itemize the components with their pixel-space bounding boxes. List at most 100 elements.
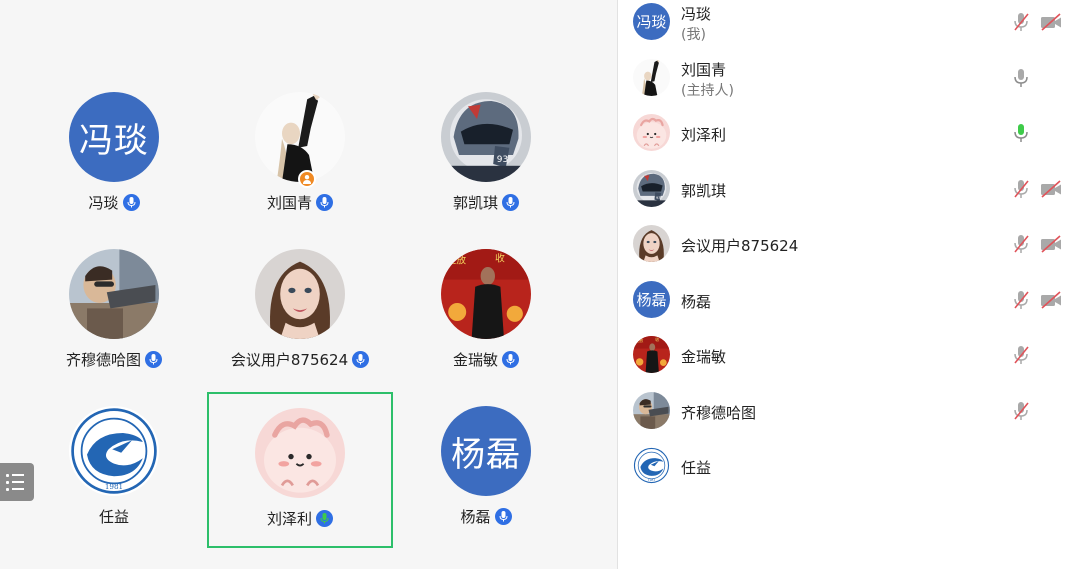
- video-tile[interactable]: 93 郭凯琪: [393, 78, 579, 234]
- participant-name: 任益: [681, 459, 712, 477]
- avatar-image: 93: [633, 169, 670, 207]
- avatar-image: 上放 收: [441, 249, 531, 339]
- participant-avatar: 1981: [633, 447, 670, 484]
- avatar-image: 1981: [69, 406, 159, 496]
- avatar-image: [255, 92, 345, 182]
- avatar-initials: 冯琰: [633, 3, 670, 40]
- mic-muted-icon[interactable]: [1012, 290, 1030, 310]
- participant-role: (主持人): [681, 82, 734, 99]
- participant-row[interactable]: 齐穆德哈图: [618, 389, 1080, 444]
- mic-icon: [122, 193, 140, 211]
- mic-muted-icon[interactable]: [1012, 12, 1030, 32]
- tile-avatar: 上放 收: [441, 249, 531, 339]
- video-tile[interactable]: 冯琰 冯琰: [21, 78, 207, 234]
- mic-icon: [494, 507, 512, 525]
- tile-name: 刘泽利: [266, 509, 312, 528]
- participant-row[interactable]: 会议用户875624: [618, 222, 1080, 277]
- tile-avatar: [255, 408, 345, 498]
- participant-row[interactable]: 刘国青 (主持人): [618, 56, 1080, 111]
- participant-list: 冯琰 冯琰 (我) 刘国青 (主持人) 刘泽利 93 郭凯琪 会议用户87562…: [618, 0, 1080, 569]
- avatar-initials: 杨磊: [441, 406, 531, 496]
- avatar-image: 上放 收: [633, 336, 670, 373]
- tile-avatar: [69, 249, 159, 339]
- camera-off-icon[interactable]: [1040, 290, 1062, 309]
- avatar-image: [633, 58, 670, 96]
- tile-label: 杨磊: [393, 506, 579, 526]
- tile-name: 任益: [98, 507, 129, 526]
- tile-name: 杨磊: [460, 507, 491, 526]
- svg-text:上放: 上放: [635, 337, 643, 343]
- participant-name: 冯琰: [681, 5, 712, 23]
- mic-icon: [502, 350, 519, 368]
- mic-icon: [316, 193, 333, 211]
- participant-name: 金瑞敏: [681, 348, 727, 366]
- camera-off-icon[interactable]: [1040, 179, 1062, 198]
- avatar-image: [255, 408, 345, 498]
- tile-label: 刘泽利: [209, 508, 391, 528]
- participant-name: 杨磊: [681, 292, 712, 311]
- video-tile[interactable]: 齐穆德哈图: [21, 235, 207, 391]
- svg-text:上放: 上放: [446, 253, 466, 266]
- video-tile[interactable]: 1981 任益: [21, 392, 207, 548]
- participant-row[interactable]: 93 郭凯琪: [618, 167, 1080, 222]
- video-grid: 冯琰 冯琰 刘国青 93 郭凯琪 齐穆德哈图 会议用户875624 上放 收 金…: [0, 0, 617, 569]
- svg-text:93: 93: [497, 155, 508, 165]
- participant-row[interactable]: 刘泽利: [618, 111, 1080, 166]
- tile-name: 金瑞敏: [452, 350, 498, 369]
- avatar-image: 93: [441, 92, 531, 182]
- mic-icon: [145, 350, 162, 368]
- video-tile[interactable]: 杨磊 杨磊: [393, 392, 579, 548]
- participant-avatar: [633, 225, 670, 262]
- participant-row[interactable]: 上放 收 金瑞敏: [618, 333, 1080, 388]
- tile-label: 任益: [21, 506, 207, 526]
- mic-icon[interactable]: [1012, 68, 1030, 88]
- video-tile[interactable]: 刘国青: [207, 78, 393, 234]
- mic-muted-icon[interactable]: [1012, 179, 1030, 199]
- participant-row[interactable]: 冯琰 冯琰 (我): [618, 0, 1080, 55]
- video-tile[interactable]: 会议用户875624: [207, 235, 393, 391]
- participant-row[interactable]: 1981 任益: [618, 444, 1080, 499]
- list-icon: [6, 473, 34, 491]
- avatar-initials: 杨磊: [633, 280, 670, 318]
- avatar-image: [633, 114, 670, 151]
- avatar-image: [633, 391, 670, 429]
- avatar-image: [255, 249, 345, 339]
- video-tile[interactable]: 刘泽利: [207, 392, 393, 548]
- participant-name: 刘国青: [681, 60, 727, 79]
- svg-text:收: 收: [655, 336, 659, 342]
- tile-avatar: 1981: [69, 406, 159, 496]
- mic-muted-icon[interactable]: [1012, 234, 1030, 254]
- tile-name: 刘国青: [266, 193, 312, 212]
- participant-avatar: [633, 114, 670, 151]
- tile-avatar: 冯琰: [69, 92, 159, 182]
- participant-name: 齐穆德哈图: [681, 403, 757, 422]
- tile-name: 郭凯琪: [452, 193, 498, 212]
- participant-avatar: 上放 收: [633, 336, 670, 373]
- mic-muted-icon[interactable]: [1012, 345, 1030, 365]
- participant-avatar: [633, 391, 670, 429]
- camera-off-icon[interactable]: [1040, 13, 1062, 31]
- avatar-image: [633, 225, 670, 262]
- participant-avatar: 杨磊: [633, 280, 670, 318]
- video-tile[interactable]: 上放 收 金瑞敏: [393, 235, 579, 391]
- mic-muted-icon[interactable]: [1012, 401, 1030, 421]
- tile-avatar: [255, 92, 345, 182]
- tile-avatar: 杨磊: [441, 406, 531, 496]
- participant-row[interactable]: 杨磊 杨磊: [618, 278, 1080, 333]
- participant-list-toggle[interactable]: [0, 463, 34, 501]
- mic-icon: [502, 193, 519, 211]
- tile-avatar: [255, 249, 345, 339]
- tile-label: 冯琰: [21, 192, 207, 212]
- participant-role: (我): [681, 27, 706, 43]
- svg-text:1981: 1981: [105, 482, 123, 491]
- camera-off-icon[interactable]: [1040, 235, 1062, 253]
- participant-avatar: 冯琰: [633, 3, 670, 40]
- mic-icon: [352, 350, 370, 368]
- participant-avatar: 93: [633, 169, 670, 207]
- svg-text:1981: 1981: [648, 478, 656, 482]
- svg-text:93: 93: [656, 195, 661, 199]
- participant-name: 刘泽利: [681, 126, 727, 144]
- avatar-initials: 冯琰: [69, 92, 159, 182]
- tile-label: 刘国青: [207, 192, 393, 212]
- mic-speaking-icon[interactable]: [1012, 123, 1030, 143]
